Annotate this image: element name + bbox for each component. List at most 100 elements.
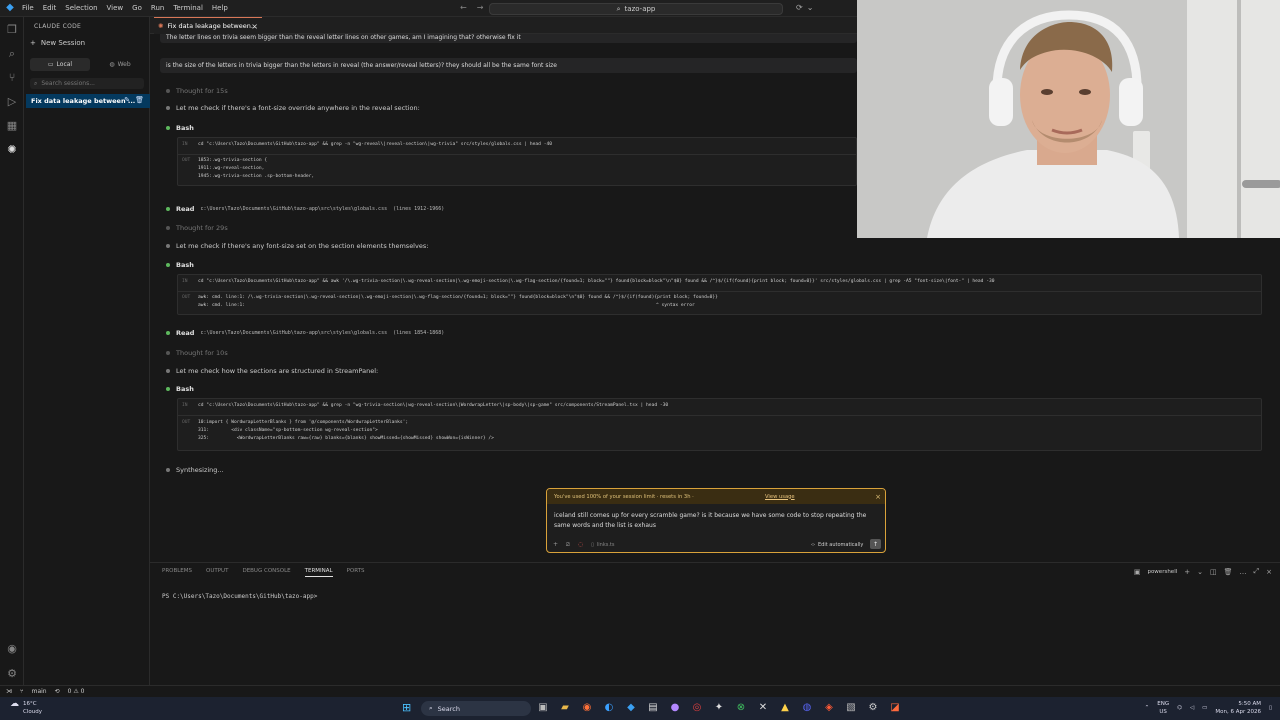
tool-call-bash[interactable]: Bash bbox=[166, 124, 194, 132]
clock[interactable]: 5:50 AM Mon, 6 Apr 2026 bbox=[1215, 700, 1261, 716]
extensions-icon[interactable]: ▦ bbox=[5, 119, 19, 133]
close-icon[interactable]: × bbox=[251, 22, 258, 31]
tool-call-read[interactable]: Read c:\Users\Tazo\Documents\GitHub\tazo… bbox=[166, 329, 444, 337]
chrome-icon[interactable]: ◎ bbox=[690, 701, 704, 715]
shell-name[interactable]: powershell bbox=[1147, 569, 1177, 575]
close-panel-icon[interactable]: × bbox=[1266, 568, 1272, 576]
session-search-input[interactable] bbox=[41, 80, 132, 87]
weather-widget[interactable]: ☁ 16°C Cloudy bbox=[10, 700, 42, 716]
input-language[interactable]: ENG US bbox=[1157, 700, 1169, 716]
tab-terminal[interactable]: TERMINAL bbox=[304, 568, 333, 577]
tab-claude-session[interactable]: ✺ Fix data leakage between... × bbox=[154, 17, 262, 34]
github-icon[interactable]: ● bbox=[668, 701, 682, 715]
sync-icon[interactable]: ⟲ bbox=[55, 688, 60, 695]
close-icon[interactable]: × bbox=[875, 493, 881, 501]
session-item-active[interactable]: Fix data leakage between ... ✎ 🗑 bbox=[26, 94, 150, 108]
tab-local[interactable]: ▭ Local bbox=[30, 58, 90, 71]
tab-ports[interactable]: PORTS bbox=[347, 568, 365, 577]
menu-file[interactable]: File bbox=[22, 4, 34, 12]
menu-terminal[interactable]: Terminal bbox=[173, 4, 203, 12]
source-control-icon[interactable]: ⑂ bbox=[5, 71, 19, 85]
thought-row[interactable]: Thought for 15s bbox=[166, 87, 228, 95]
menu-view[interactable]: View bbox=[107, 4, 124, 12]
stop-circle-icon[interactable]: ◌ bbox=[578, 541, 583, 548]
notes-icon[interactable]: ▲ bbox=[778, 701, 792, 715]
maximize-panel-icon[interactable]: ⤢ bbox=[1254, 567, 1260, 576]
problems-count[interactable]: 0 ⚠ 0 bbox=[68, 688, 85, 695]
menu-run[interactable]: Run bbox=[151, 4, 164, 12]
tab-problems[interactable]: PROBLEMS bbox=[162, 568, 192, 577]
chevron-up-icon[interactable]: ⌃ bbox=[1145, 705, 1150, 711]
copilot-icon[interactable]: ⟳ bbox=[796, 3, 803, 12]
taskbar-search[interactable]: ⌕ Search bbox=[421, 701, 531, 716]
menu-go[interactable]: Go bbox=[132, 4, 142, 12]
network-icon[interactable]: ⌬ bbox=[1177, 705, 1182, 711]
windows-start-icon[interactable]: ⊞ bbox=[402, 702, 414, 714]
more-icon[interactable]: … bbox=[1240, 568, 1247, 576]
brave-icon[interactable]: ◈ bbox=[822, 701, 836, 715]
terminal-app-icon[interactable]: ▤ bbox=[646, 701, 660, 715]
taskbar-search-label: Search bbox=[437, 704, 460, 713]
edit-mode-button[interactable]: ‹› Edit automatically bbox=[811, 539, 863, 550]
terminal-prompt[interactable]: PS C:\Users\Tazo\Documents\GitHub\tazo-a… bbox=[162, 593, 317, 600]
globe-icon: ◍ bbox=[109, 61, 115, 68]
edge-icon[interactable]: ◐ bbox=[602, 701, 616, 715]
volume-icon[interactable]: ◁ bbox=[1190, 705, 1194, 711]
battery-icon[interactable]: ▭ bbox=[1202, 705, 1207, 711]
firefox-icon[interactable]: ◉ bbox=[580, 701, 594, 715]
menu-help[interactable]: Help bbox=[212, 4, 228, 12]
photos-icon[interactable]: ▧ bbox=[844, 701, 858, 715]
slash-command-icon[interactable]: ⧄ bbox=[566, 541, 570, 549]
menu-selection[interactable]: Selection bbox=[65, 4, 97, 12]
chevron-down-icon[interactable]: ⌄ bbox=[807, 3, 814, 12]
new-session-button[interactable]: + New Session bbox=[30, 39, 85, 47]
thought-row[interactable]: Thought for 10s bbox=[166, 349, 228, 357]
forward-arrow-icon[interactable]: → bbox=[477, 3, 484, 12]
rename-pencil-icon[interactable]: ✎ bbox=[124, 96, 130, 104]
delete-trash-icon[interactable]: 🗑 bbox=[135, 96, 144, 104]
settings-icon[interactable]: ⚙ bbox=[866, 701, 880, 715]
split-terminal-icon[interactable]: ◫ bbox=[1210, 568, 1217, 576]
file-path[interactable]: c:\Users\Tazo\Documents\GitHub\tazo-app\… bbox=[200, 206, 387, 212]
view-usage-link[interactable]: View usage bbox=[765, 494, 795, 500]
tab-web[interactable]: ◍ Web bbox=[90, 58, 150, 71]
run-debug-icon[interactable]: ▷ bbox=[5, 95, 19, 109]
claude-code-icon[interactable]: ✺ bbox=[5, 143, 19, 157]
obs-icon[interactable]: ◪ bbox=[888, 701, 902, 715]
webcam-person-image bbox=[857, 0, 1280, 238]
tool-call-read[interactable]: Read c:\Users\Tazo\Documents\GitHub\tazo… bbox=[166, 205, 444, 213]
send-button[interactable]: ↑ bbox=[870, 539, 881, 549]
tool-call-bash[interactable]: Bash bbox=[166, 261, 194, 269]
notifications-icon[interactable]: ▯ bbox=[1269, 705, 1272, 711]
task-view-icon[interactable]: ▣ bbox=[536, 701, 550, 715]
assistant-text-row: Let me check if there's any font-size se… bbox=[166, 242, 428, 250]
settings-gear-icon[interactable]: ⚙ bbox=[5, 667, 19, 681]
menu-edit[interactable]: Edit bbox=[43, 4, 57, 12]
tab-debug-console[interactable]: DEBUG CONSOLE bbox=[242, 568, 290, 577]
thought-row[interactable]: Thought for 29s bbox=[166, 224, 228, 232]
xbox-icon[interactable]: ⊗ bbox=[734, 701, 748, 715]
tool-call-bash[interactable]: Bash bbox=[166, 385, 194, 393]
file-explorer-icon[interactable]: ▰ bbox=[558, 701, 572, 715]
account-icon[interactable]: ◉ bbox=[5, 642, 19, 656]
explorer-icon[interactable]: ❐ bbox=[5, 23, 19, 37]
branch-name[interactable]: main bbox=[32, 688, 47, 695]
file-chip[interactable]: ▯ links.ts bbox=[591, 542, 614, 548]
x-app-icon[interactable]: ✕ bbox=[756, 701, 770, 715]
vscode-icon[interactable]: ◆ bbox=[624, 701, 638, 715]
chevron-down-icon[interactable]: ⌄ bbox=[1197, 568, 1203, 576]
prompt-input[interactable]: iceland still comes up for every scrambl… bbox=[554, 511, 874, 531]
tab-output[interactable]: OUTPUT bbox=[206, 568, 228, 577]
bullet-icon bbox=[166, 244, 170, 248]
steam-icon[interactable]: ✦ bbox=[712, 701, 726, 715]
new-terminal-plus-icon[interactable]: + bbox=[1184, 568, 1190, 576]
file-path[interactable]: c:\Users\Tazo\Documents\GitHub\tazo-app\… bbox=[200, 330, 387, 336]
remote-icon[interactable]: ⋊ bbox=[6, 688, 12, 695]
add-context-plus-icon[interactable]: + bbox=[553, 541, 558, 548]
in-label: IN bbox=[182, 279, 188, 284]
command-center[interactable]: ⌕ tazo-app bbox=[489, 3, 783, 15]
trash-icon[interactable]: 🗑 bbox=[1224, 568, 1233, 576]
back-arrow-icon[interactable]: ← bbox=[460, 3, 467, 12]
search-icon[interactable]: ⌕ bbox=[5, 47, 19, 61]
discord-icon[interactable]: ◍ bbox=[800, 701, 814, 715]
